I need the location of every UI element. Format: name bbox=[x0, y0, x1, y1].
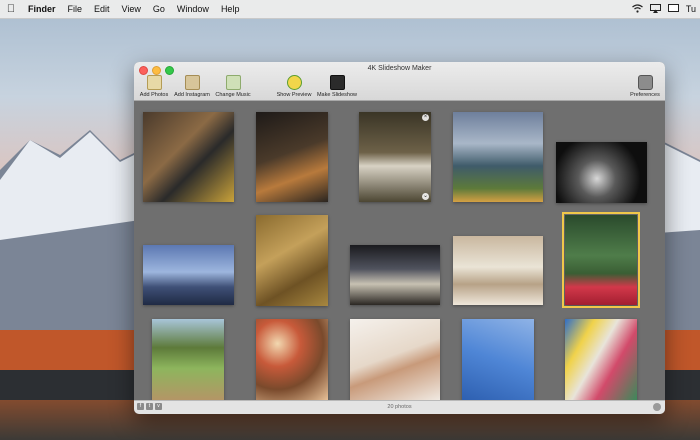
clapperboard-icon bbox=[329, 75, 345, 90]
change-music-label: Change Music bbox=[215, 92, 251, 98]
photo-grid: × ⌄ bbox=[134, 101, 665, 401]
photo-thumbnail[interactable] bbox=[152, 319, 224, 401]
remove-photo-icon[interactable]: × bbox=[422, 114, 429, 121]
menu-edit[interactable]: Edit bbox=[88, 4, 116, 14]
menu-view[interactable]: View bbox=[116, 4, 147, 14]
photo-thumbnail[interactable]: × ⌄ bbox=[359, 112, 431, 202]
photo-thumbnail[interactable] bbox=[462, 319, 534, 401]
menu-help[interactable]: Help bbox=[215, 4, 246, 14]
photo-count: 20 photos bbox=[387, 404, 412, 410]
menu-file[interactable]: File bbox=[62, 4, 89, 14]
photo-thumbnail[interactable] bbox=[453, 112, 543, 202]
status-menus: Tu bbox=[631, 0, 700, 18]
photo-thumbnail[interactable] bbox=[453, 236, 543, 305]
add-photos-icon bbox=[146, 75, 162, 90]
instagram-icon bbox=[184, 75, 200, 90]
gear-icon bbox=[637, 75, 653, 90]
show-preview-button[interactable]: Show Preview bbox=[275, 75, 313, 98]
status-bar: f t v 20 photos bbox=[134, 400, 665, 414]
photo-thumbnail-selected[interactable] bbox=[562, 212, 640, 308]
photo-thumbnail[interactable] bbox=[350, 319, 440, 401]
preferences-button[interactable]: Preferences bbox=[628, 75, 662, 98]
show-preview-label: Show Preview bbox=[276, 92, 312, 98]
display-icon[interactable] bbox=[667, 3, 679, 15]
menu-go[interactable]: Go bbox=[147, 4, 171, 14]
menu-finder[interactable]: Finder bbox=[22, 4, 62, 14]
slideshow-maker-window: 4K Slideshow Maker Add Photos Add Instag… bbox=[134, 62, 665, 414]
apple-logo-icon[interactable]:  bbox=[0, 3, 22, 15]
wifi-icon[interactable] bbox=[631, 3, 643, 15]
airplay-icon[interactable] bbox=[649, 3, 661, 15]
make-slideshow-label: Make Slideshow bbox=[316, 92, 358, 98]
make-slideshow-button[interactable]: Make Slideshow bbox=[315, 75, 359, 98]
menu-clock[interactable]: Tu bbox=[686, 4, 696, 14]
photo-thumbnail[interactable] bbox=[256, 112, 328, 202]
settings-icon[interactable] bbox=[653, 403, 661, 411]
add-photos-button[interactable]: Add Photos bbox=[137, 75, 171, 98]
add-instagram-label: Add Instagram bbox=[174, 92, 210, 98]
photo-thumbnail[interactable] bbox=[256, 319, 328, 401]
menu-bar:  Finder File Edit View Go Window Help T… bbox=[0, 0, 700, 19]
add-instagram-button[interactable]: Add Instagram bbox=[171, 75, 213, 98]
photo-thumbnail[interactable] bbox=[256, 215, 328, 306]
photo-thumbnail[interactable] bbox=[556, 142, 647, 203]
menu-window[interactable]: Window bbox=[171, 4, 215, 14]
photo-options-icon[interactable]: ⌄ bbox=[422, 193, 429, 200]
preview-icon bbox=[286, 75, 302, 90]
add-photos-label: Add Photos bbox=[139, 92, 169, 98]
preferences-label: Preferences bbox=[630, 92, 660, 98]
music-icon bbox=[225, 75, 241, 90]
photo-thumbnail[interactable] bbox=[565, 319, 637, 401]
photo-thumbnail[interactable] bbox=[350, 245, 440, 305]
photo-thumbnail[interactable] bbox=[143, 112, 234, 202]
photo-thumbnail[interactable] bbox=[143, 245, 234, 305]
window-toolbar: 4K Slideshow Maker Add Photos Add Instag… bbox=[134, 62, 665, 101]
window-title: 4K Slideshow Maker bbox=[367, 65, 432, 72]
change-music-button[interactable]: Change Music bbox=[214, 75, 252, 98]
